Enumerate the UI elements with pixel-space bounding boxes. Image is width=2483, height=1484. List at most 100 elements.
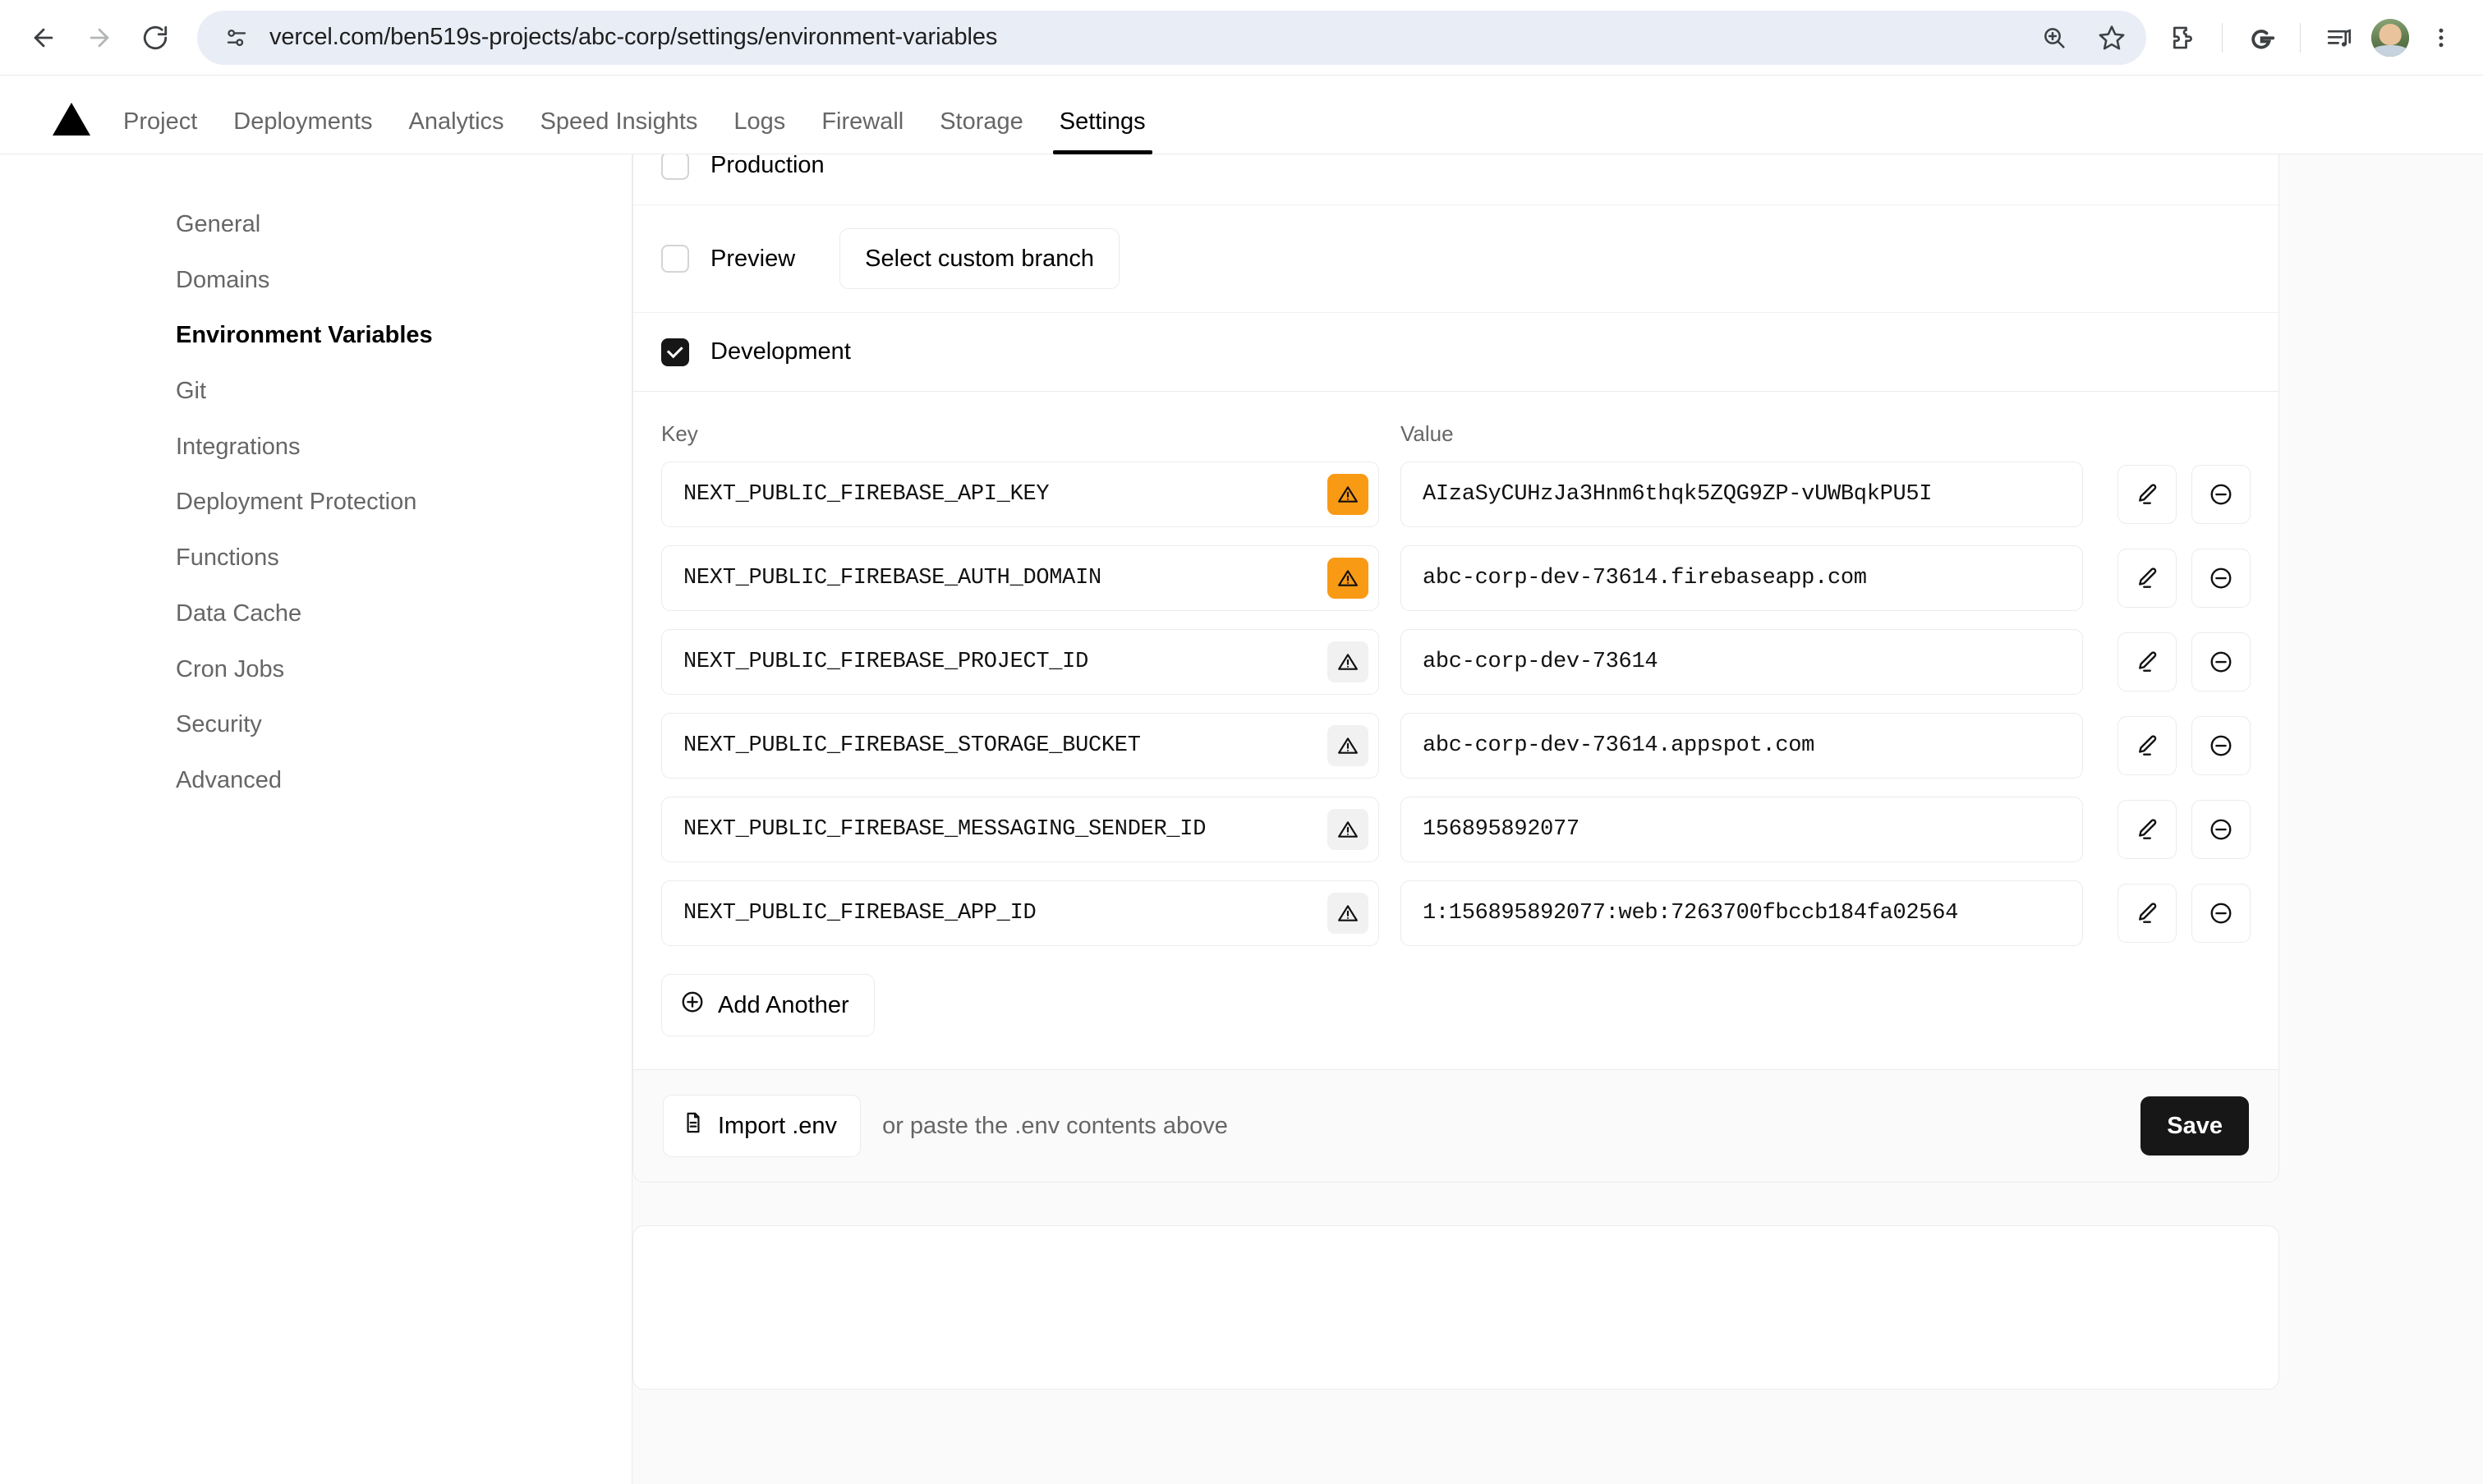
value-input[interactable]: 1:156895892077:web:7263700fbccb184fa0256… — [1400, 880, 2083, 946]
value-input[interactable]: abc-corp-dev-73614.appspot.com — [1400, 713, 2083, 779]
media-controls-icon[interactable] — [2315, 14, 2363, 62]
secondary-card — [632, 1225, 2279, 1390]
row-actions — [2117, 549, 2251, 608]
tab-storage[interactable]: Storage — [922, 108, 1041, 154]
site-settings-icon[interactable] — [218, 20, 255, 56]
sidebar-item-cron-jobs[interactable]: Cron Jobs — [0, 642, 632, 698]
tab-logs[interactable]: Logs — [715, 108, 803, 154]
zoom-icon[interactable] — [2033, 16, 2076, 59]
sidebar-item-git[interactable]: Git — [0, 364, 632, 420]
settings-content: Environments Production Preview Select c… — [632, 154, 2483, 1484]
remove-button[interactable] — [2191, 884, 2251, 943]
address-bar-url[interactable]: vercel.com/ben519s-projects/abc-corp/set… — [269, 24, 997, 51]
preview-checkbox[interactable] — [661, 245, 689, 273]
value-input[interactable]: abc-corp-dev-73614 — [1400, 629, 2083, 695]
development-checkbox[interactable] — [661, 338, 689, 366]
key-input[interactable]: NEXT_PUBLIC_FIREBASE_APP_ID — [661, 880, 1379, 946]
import-env-button[interactable]: Import .env — [663, 1095, 862, 1157]
sidebar-item-advanced[interactable]: Advanced — [0, 753, 632, 809]
environment-row-production: Production — [633, 154, 2278, 205]
footer-hint-text: or paste the .env contents above — [882, 1112, 1228, 1139]
value-text: 156895892077 — [1423, 817, 1579, 842]
environment-row-preview: Preview Select custom branch — [633, 205, 2278, 313]
remove-button[interactable] — [2191, 632, 2251, 691]
sidebar-item-environment-variables[interactable]: Environment Variables — [0, 308, 632, 364]
key-input[interactable]: NEXT_PUBLIC_FIREBASE_AUTH_DOMAIN — [661, 545, 1379, 611]
save-button[interactable]: Save — [2140, 1096, 2249, 1155]
tab-project[interactable]: Project — [105, 108, 215, 154]
omnibox[interactable]: vercel.com/ben519s-projects/abc-corp/set… — [197, 10, 2146, 65]
environment-row-development: Development — [633, 313, 2278, 392]
value-text: AIzaSyCUHzJa3Hnm6thqk5ZQG9ZP-vUWBqkPU5I — [1423, 482, 1933, 507]
development-label: Development — [710, 338, 851, 365]
key-input[interactable]: NEXT_PUBLIC_FIREBASE_MESSAGING_SENDER_ID — [661, 797, 1379, 862]
bookmark-star-icon[interactable] — [2090, 16, 2133, 59]
settings-sidebar: General Domains Environment Variables Gi… — [0, 154, 632, 1484]
production-label: Production — [710, 154, 825, 178]
edit-button[interactable] — [2117, 800, 2177, 859]
value-input[interactable]: abc-corp-dev-73614.firebaseapp.com — [1400, 545, 2083, 611]
plus-circle-icon — [680, 990, 705, 1021]
sidebar-item-security[interactable]: Security — [0, 697, 632, 753]
edit-button[interactable] — [2117, 465, 2177, 524]
value-text: 1:156895892077:web:7263700fbccb184fa0256… — [1423, 901, 1959, 926]
sidebar-item-domains[interactable]: Domains — [0, 253, 632, 309]
edit-button[interactable] — [2117, 549, 2177, 608]
tab-deployments[interactable]: Deployments — [215, 108, 390, 154]
tab-settings[interactable]: Settings — [1041, 108, 1164, 154]
table-row: NEXT_PUBLIC_FIREBASE_MESSAGING_SENDER_ID… — [661, 797, 2251, 862]
preview-label: Preview — [710, 245, 796, 272]
content-inner: Environments Production Preview Select c… — [632, 154, 2279, 1390]
tab-speed-insights[interactable]: Speed Insights — [522, 108, 716, 154]
remove-button[interactable] — [2191, 465, 2251, 524]
edit-button[interactable] — [2117, 716, 2177, 775]
production-checkbox[interactable] — [661, 154, 689, 180]
key-input[interactable]: NEXT_PUBLIC_FIREBASE_STORAGE_BUCKET — [661, 713, 1379, 779]
value-input[interactable]: AIzaSyCUHzJa3Hnm6thqk5ZQG9ZP-vUWBqkPU5I — [1400, 462, 2083, 527]
table-row: NEXT_PUBLIC_FIREBASE_API_KEY AIzaSyCUHzJ… — [661, 462, 2251, 527]
sidebar-item-general[interactable]: General — [0, 197, 632, 253]
key-input[interactable]: NEXT_PUBLIC_FIREBASE_PROJECT_ID — [661, 629, 1379, 695]
chrome-menu-icon[interactable] — [2417, 14, 2465, 62]
avatar[interactable] — [2366, 14, 2414, 62]
google-icon[interactable] — [2237, 14, 2285, 62]
edit-button[interactable] — [2117, 884, 2177, 943]
remove-button[interactable] — [2191, 716, 2251, 775]
vercel-logo-icon[interactable] — [53, 103, 90, 136]
back-button[interactable] — [18, 12, 69, 63]
sidebar-item-integrations[interactable]: Integrations — [0, 420, 632, 476]
edit-button[interactable] — [2117, 632, 2177, 691]
row-actions — [2117, 632, 2251, 691]
column-header-value: Value — [1400, 421, 1454, 446]
extensions-icon[interactable] — [2159, 14, 2207, 62]
add-another-button[interactable]: Add Another — [661, 974, 875, 1036]
profile-avatar-image — [2371, 18, 2409, 57]
warning-icon — [1327, 558, 1368, 599]
add-another-label: Add Another — [718, 991, 849, 1018]
environments-section: Environments Production Preview Select c… — [633, 154, 2278, 392]
top-nav-items: Project Deployments Analytics Speed Insi… — [105, 108, 1164, 154]
sidebar-item-deployment-protection[interactable]: Deployment Protection — [0, 475, 632, 531]
tab-analytics[interactable]: Analytics — [391, 108, 522, 154]
vercel-top-nav: Project Deployments Analytics Speed Insi… — [0, 76, 2483, 154]
select-custom-branch-button[interactable]: Select custom branch — [839, 228, 1120, 289]
row-actions — [2117, 716, 2251, 775]
key-input[interactable]: NEXT_PUBLIC_FIREBASE_API_KEY — [661, 462, 1379, 527]
key-text: NEXT_PUBLIC_FIREBASE_PROJECT_ID — [683, 650, 1088, 674]
column-header-key: Key — [661, 421, 698, 446]
value-input[interactable]: 156895892077 — [1400, 797, 2083, 862]
toolbar-divider-2 — [2300, 22, 2301, 53]
reload-button[interactable] — [130, 12, 181, 63]
table-row: NEXT_PUBLIC_FIREBASE_STORAGE_BUCKET abc-… — [661, 713, 2251, 779]
tab-firewall[interactable]: Firewall — [803, 108, 922, 154]
row-actions — [2117, 800, 2251, 859]
remove-button[interactable] — [2191, 549, 2251, 608]
forward-button[interactable] — [74, 12, 125, 63]
warning-icon — [1327, 474, 1368, 515]
remove-button[interactable] — [2191, 800, 2251, 859]
row-actions — [2117, 884, 2251, 943]
sidebar-item-data-cache[interactable]: Data Cache — [0, 586, 632, 642]
add-another-row: Add Another — [633, 964, 2278, 1069]
card-footer: Import .env or paste the .env contents a… — [633, 1069, 2278, 1182]
sidebar-item-functions[interactable]: Functions — [0, 531, 632, 586]
